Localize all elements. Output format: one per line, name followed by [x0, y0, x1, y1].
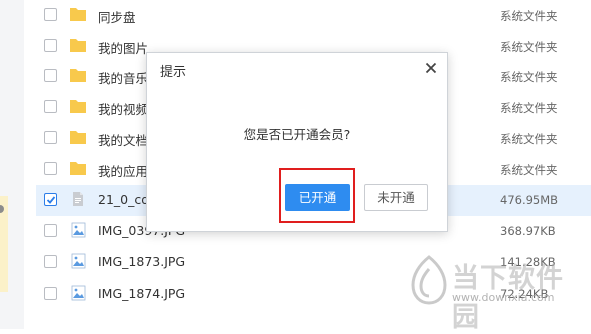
- file-name[interactable]: 同步盘: [98, 7, 136, 26]
- watermark-url: www.downxia.com: [452, 291, 555, 304]
- folder-icon: [70, 39, 86, 52]
- file-size: 476.95MB: [500, 193, 559, 207]
- file-type: 系统文件夹: [500, 40, 558, 54]
- folder-icon: [70, 162, 86, 175]
- folder-icon: [70, 131, 86, 144]
- checkmark-icon: [46, 196, 56, 204]
- file-type: 系统文件夹: [500, 9, 558, 23]
- list-item[interactable]: 同步盘 系统文件夹: [36, 0, 591, 31]
- file-name[interactable]: IMG_1873.JPG: [98, 254, 185, 269]
- file-name[interactable]: 我的图片: [98, 38, 148, 57]
- cancel-button[interactable]: 未开通: [364, 184, 428, 211]
- row-checkbox[interactable]: [44, 162, 57, 175]
- row-checkbox[interactable]: [44, 255, 57, 268]
- file-name[interactable]: IMG_1874.JPG: [98, 286, 185, 301]
- folder-icon: [70, 100, 86, 113]
- file-type: 系统文件夹: [500, 163, 558, 177]
- file-type: 系统文件夹: [500, 132, 558, 146]
- file-name[interactable]: 我的音乐: [98, 68, 148, 87]
- dialog-message: 您是否已开通会员?: [243, 127, 351, 142]
- row-checkbox[interactable]: [44, 193, 57, 206]
- row-checkbox[interactable]: [44, 100, 57, 113]
- row-checkbox[interactable]: [44, 287, 57, 300]
- close-icon[interactable]: [423, 60, 439, 76]
- file-size: 368.97KB: [500, 224, 556, 238]
- file-type: 系统文件夹: [500, 101, 558, 115]
- row-checkbox[interactable]: [44, 131, 57, 144]
- file-type: 系统文件夹: [500, 70, 558, 84]
- document-icon: [73, 192, 83, 206]
- image-icon: [71, 222, 86, 238]
- file-name[interactable]: 我的视频: [98, 99, 148, 118]
- dialog-title: 提示: [160, 65, 187, 80]
- folder-icon: [70, 8, 86, 21]
- image-icon: [71, 253, 86, 269]
- folder-icon: [70, 69, 86, 82]
- file-name[interactable]: 我的应用: [98, 161, 148, 180]
- confirm-button[interactable]: 已开通: [285, 184, 350, 211]
- file-name[interactable]: 我的文档: [98, 130, 148, 149]
- row-checkbox[interactable]: [44, 39, 57, 52]
- membership-dialog: 提示 您是否已开通会员? 已开通 未开通: [146, 52, 448, 232]
- row-checkbox[interactable]: [44, 224, 57, 237]
- file-name[interactable]: 21_0_cd: [98, 192, 149, 207]
- row-checkbox[interactable]: [44, 69, 57, 82]
- watermark-logo: [411, 255, 447, 305]
- row-checkbox[interactable]: [44, 8, 57, 21]
- image-icon: [71, 285, 86, 301]
